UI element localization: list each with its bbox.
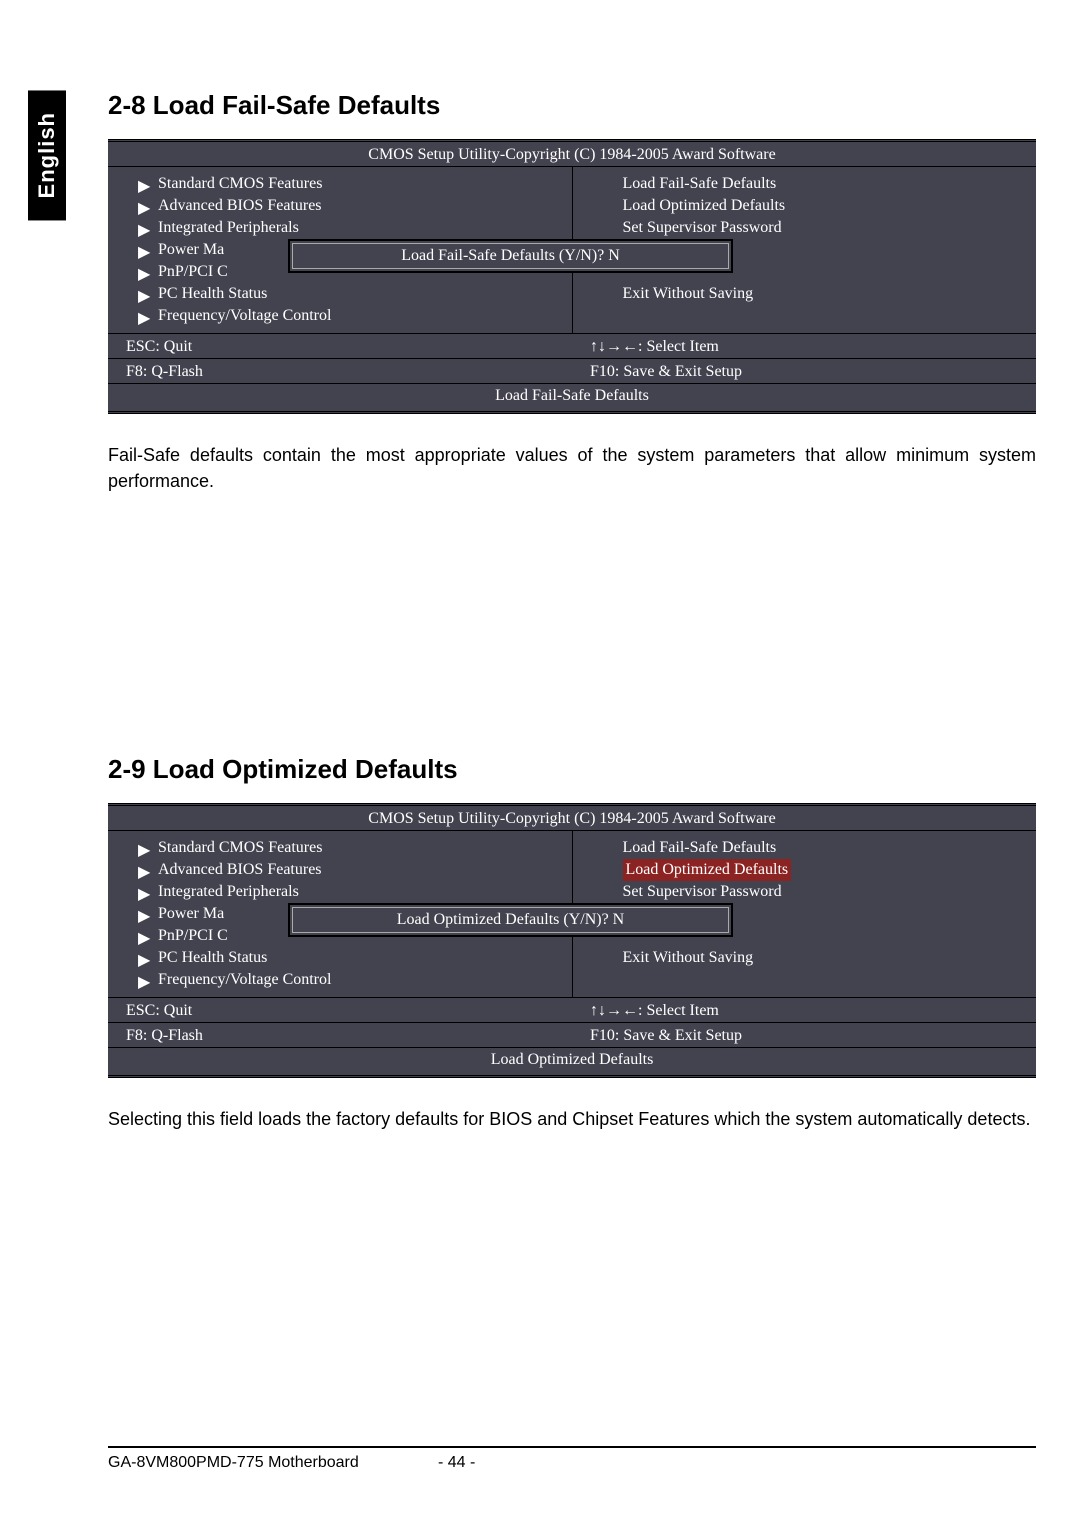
hint-f8: F8: Q-Flash [108,1023,572,1047]
hint-arrows: ↑↓→←: Select Item [572,998,1036,1022]
paragraph-failsafe: Fail-Safe defaults contain the most appr… [108,442,1036,494]
triangle-icon: ▶ [138,972,150,991]
confirm-dialog-optimized[interactable]: Load Optimized Defaults (Y/N)? N [288,903,733,937]
bios-item-exit-nosave[interactable]: Exit Without Saving [603,283,1027,305]
bios-item-standard-cmos[interactable]: ▶Standard CMOS Features [138,173,562,195]
hint-f10: F10: Save & Exit Setup [572,359,1036,383]
triangle-icon: ▶ [138,950,150,969]
triangle-icon: ▶ [138,862,150,881]
triangle-icon: ▶ [138,928,150,947]
confirm-dialog-failsafe[interactable]: Load Fail-Safe Defaults (Y/N)? N [288,239,733,273]
bios-item-pc-health[interactable]: ▶PC Health Status [138,283,562,305]
triangle-icon: ▶ [138,884,150,903]
bios-item-freq-voltage[interactable]: ▶Frequency/Voltage Control [138,969,562,991]
dialog-text: Load Optimized Defaults (Y/N)? N [292,907,729,933]
bios-item-load-failsafe[interactable]: Load Fail-Safe Defaults [603,837,1027,859]
footer-page-number: - 44 - [438,1454,475,1472]
triangle-icon: ▶ [138,286,150,305]
bios-item-standard-cmos[interactable]: ▶Standard CMOS Features [138,837,562,859]
bios-item-load-optimized[interactable]: Load Optimized Defaults [603,195,1027,217]
bios-item-freq-voltage[interactable]: ▶Frequency/Voltage Control [138,305,562,327]
bios-item-pc-health[interactable]: ▶PC Health Status [138,947,562,969]
triangle-icon: ▶ [138,308,150,327]
bios-item-supervisor-pwd[interactable]: Set Supervisor Password [603,217,1027,239]
bios-header: CMOS Setup Utility-Copyright (C) 1984-20… [108,806,1036,830]
triangle-icon: ▶ [138,840,150,859]
hint-esc: ESC: Quit [108,998,572,1022]
bios-item-integrated-peripherals[interactable]: ▶Integrated Peripherals [138,217,562,239]
bios-footer: Load Fail-Safe Defaults [108,383,1036,411]
section-heading-2-9: 2-9 Load Optimized Defaults [108,754,1036,785]
hint-arrows: ↑↓→←: Select Item [572,334,1036,358]
dialog-text: Load Fail-Safe Defaults (Y/N)? N [292,243,729,269]
hint-esc: ESC: Quit [108,334,572,358]
page-footer: GA-8VM800PMD-775 Motherboard - 44 - [108,1446,1036,1472]
hint-f10: F10: Save & Exit Setup [572,1023,1036,1047]
bios-window-failsafe[interactable]: CMOS Setup Utility-Copyright (C) 1984-20… [108,139,1036,414]
triangle-icon: ▶ [138,198,150,217]
footer-model: GA-8VM800PMD-775 Motherboard [108,1454,359,1471]
bios-footer: Load Optimized Defaults [108,1047,1036,1075]
triangle-icon: ▶ [138,906,150,925]
bios-item-advanced-bios[interactable]: ▶Advanced BIOS Features [138,859,562,881]
section-heading-2-8: 2-8 Load Fail-Safe Defaults [108,90,1036,121]
triangle-icon: ▶ [138,264,150,283]
bios-item-advanced-bios[interactable]: ▶Advanced BIOS Features [138,195,562,217]
bios-item-load-optimized[interactable]: Load Optimized Defaults [603,859,1027,881]
bios-item-supervisor-pwd[interactable]: Set Supervisor Password [603,881,1027,903]
triangle-icon: ▶ [138,242,150,261]
bios-item-integrated-peripherals[interactable]: ▶Integrated Peripherals [138,881,562,903]
triangle-icon: ▶ [138,220,150,239]
language-tab: English [28,90,66,220]
hint-f8: F8: Q-Flash [108,359,572,383]
paragraph-optimized: Selecting this field loads the factory d… [108,1106,1036,1132]
bios-header: CMOS Setup Utility-Copyright (C) 1984-20… [108,142,1036,166]
bios-item-load-failsafe[interactable]: Load Fail-Safe Defaults [603,173,1027,195]
bios-item-exit-nosave[interactable]: Exit Without Saving [603,947,1027,969]
bios-window-optimized[interactable]: CMOS Setup Utility-Copyright (C) 1984-20… [108,803,1036,1078]
triangle-icon: ▶ [138,176,150,195]
